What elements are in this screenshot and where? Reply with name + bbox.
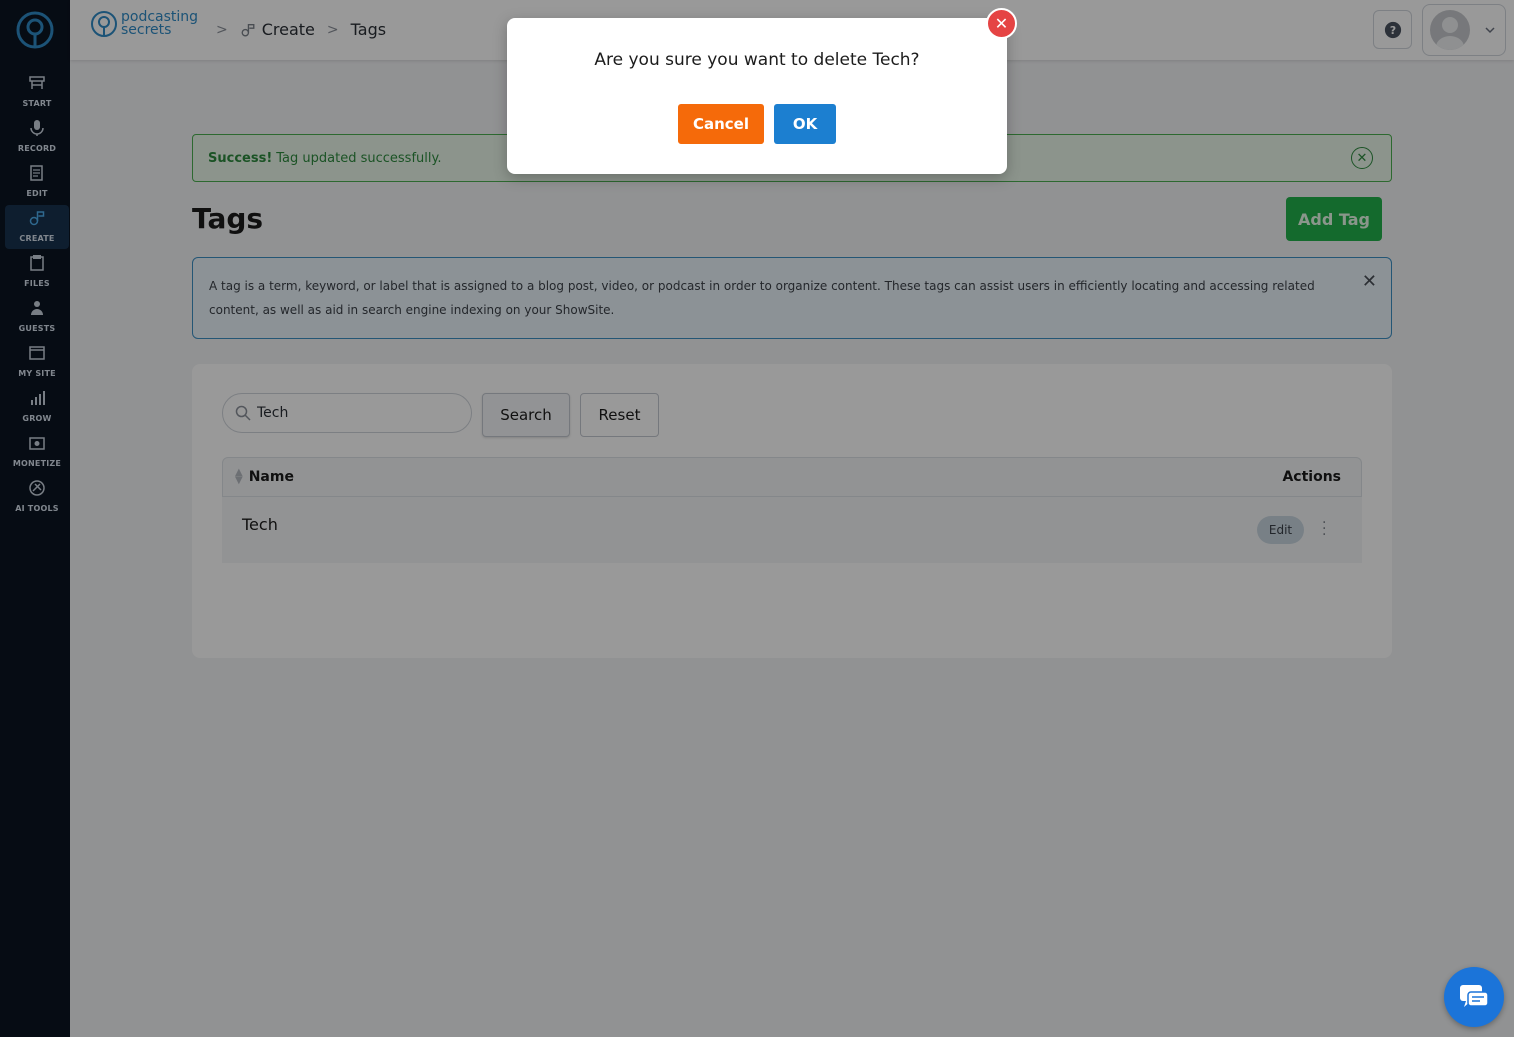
dialog-close-icon[interactable]: ✕ [986,8,1017,39]
cancel-button[interactable]: Cancel [678,104,764,144]
confirm-dialog: Are you sure you want to delete Tech? Ca… [507,18,1007,174]
dialog-message: Are you sure you want to delete Tech? [594,50,920,70]
ok-button[interactable]: OK [774,104,836,144]
chat-icon [1460,985,1489,1007]
chat-button[interactable] [1444,967,1504,1027]
